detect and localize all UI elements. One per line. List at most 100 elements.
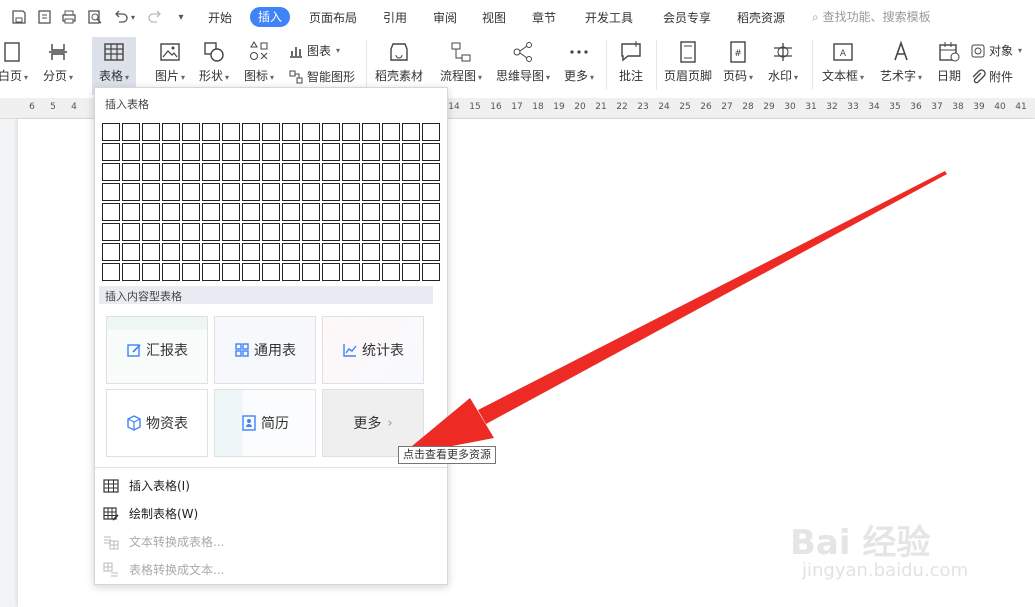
table-grid-cell[interactable] [322, 243, 340, 261]
table-grid-cell[interactable] [302, 223, 320, 241]
textbox-button[interactable]: A 文本框 ▾ [820, 40, 866, 84]
table-grid-cell[interactable] [102, 263, 120, 281]
table-grid-cell[interactable] [182, 143, 200, 161]
tab-insert[interactable]: 插入 [250, 7, 291, 27]
table-grid-cell[interactable] [362, 203, 380, 221]
table-grid-cell[interactable] [262, 123, 280, 141]
table-grid-cell[interactable] [202, 183, 220, 201]
date-button[interactable]: 日期 [934, 40, 964, 84]
table-grid-cell[interactable] [122, 223, 140, 241]
table-grid-cell[interactable] [162, 143, 180, 161]
table-grid-cell[interactable] [162, 163, 180, 181]
table-grid-cell[interactable] [402, 223, 420, 241]
search-box[interactable]: ⌕ 查找功能、搜索模板 [812, 8, 931, 26]
table-grid-cell[interactable] [222, 203, 240, 221]
general-table-card[interactable]: 通用表 [214, 316, 316, 384]
table-grid-cell[interactable] [342, 243, 360, 261]
table-grid-cell[interactable] [262, 163, 280, 181]
table-grid-cell[interactable] [182, 243, 200, 261]
table-grid-cell[interactable] [342, 163, 360, 181]
table-grid-cell[interactable] [342, 223, 360, 241]
table-grid-cell[interactable] [302, 263, 320, 281]
table-grid-cell[interactable] [142, 243, 160, 261]
table-grid-cell[interactable] [182, 203, 200, 221]
table-grid-cell[interactable] [242, 223, 260, 241]
table-grid-cell[interactable] [242, 203, 260, 221]
table-grid-cell[interactable] [422, 203, 440, 221]
print-icon[interactable] [60, 8, 78, 26]
table-grid-cell[interactable] [322, 183, 340, 201]
table-grid-cell[interactable] [182, 223, 200, 241]
table-grid-cell[interactable] [142, 223, 160, 241]
statistics-table-card[interactable]: 统计表 [322, 316, 424, 384]
table-to-text-menu-item[interactable]: 表格转换成文本... [103, 561, 224, 578]
table-grid-cell[interactable] [122, 243, 140, 261]
table-grid-cell[interactable] [142, 163, 160, 181]
table-grid-cell[interactable] [202, 163, 220, 181]
table-grid-cell[interactable] [302, 203, 320, 221]
table-grid-cell[interactable] [102, 223, 120, 241]
print-preview-icon[interactable] [86, 8, 104, 26]
table-grid-cell[interactable] [182, 163, 200, 181]
table-grid-cell[interactable] [302, 163, 320, 181]
tab-page-layout[interactable]: 页面布局 [309, 8, 357, 28]
tab-membership[interactable]: 会员专享 [663, 8, 711, 28]
table-grid-cell[interactable] [102, 143, 120, 161]
table-grid-cell[interactable] [342, 263, 360, 281]
table-grid-cell[interactable] [262, 223, 280, 241]
picture-button[interactable]: 图片 ▾ [150, 40, 190, 84]
table-grid-cell[interactable] [122, 183, 140, 201]
tab-home[interactable]: 开始 [208, 8, 232, 28]
tab-view[interactable]: 视图 [482, 8, 506, 28]
table-grid-cell[interactable] [382, 243, 400, 261]
table-grid-cell[interactable] [242, 183, 260, 201]
table-grid-cell[interactable] [142, 183, 160, 201]
export-pdf-icon[interactable] [36, 8, 54, 26]
table-grid-cell[interactable] [362, 243, 380, 261]
table-grid-cell[interactable] [302, 183, 320, 201]
table-grid-cell[interactable] [302, 123, 320, 141]
comment-button[interactable]: 批注 [614, 40, 648, 84]
insert-table-menu-item[interactable]: 插入表格(I) [103, 477, 190, 494]
table-grid-cell[interactable] [142, 263, 160, 281]
table-grid-cell[interactable] [322, 223, 340, 241]
tab-developer[interactable]: 开发工具 [585, 8, 633, 28]
table-grid-cell[interactable] [142, 203, 160, 221]
table-grid-cell[interactable] [382, 183, 400, 201]
tab-docer-resources[interactable]: 稻壳资源 [737, 8, 785, 28]
table-grid-cell[interactable] [362, 263, 380, 281]
table-grid-cell[interactable] [202, 123, 220, 141]
table-grid-cell[interactable] [222, 263, 240, 281]
table-grid-cell[interactable] [342, 143, 360, 161]
table-grid-cell[interactable] [122, 123, 140, 141]
table-grid-cell[interactable] [382, 143, 400, 161]
table-grid-cell[interactable] [202, 143, 220, 161]
table-grid-cell[interactable] [342, 123, 360, 141]
table-grid-cell[interactable] [402, 163, 420, 181]
page-break-button[interactable]: 分页 ▾ [40, 40, 76, 84]
mindmap-button[interactable]: 思维导图 ▾ [494, 40, 552, 84]
table-grid-cell[interactable] [162, 243, 180, 261]
tab-references[interactable]: 引用 [383, 8, 407, 28]
table-grid-cell[interactable] [102, 243, 120, 261]
table-grid-cell[interactable] [162, 183, 180, 201]
table-grid-cell[interactable] [422, 123, 440, 141]
table-grid-cell[interactable] [102, 123, 120, 141]
table-grid-cell[interactable] [122, 263, 140, 281]
supply-table-card[interactable]: 物资表 [106, 389, 208, 457]
wordart-button[interactable]: 艺术字 ▾ [876, 40, 926, 84]
table-grid-cell[interactable] [282, 203, 300, 221]
table-grid-cell[interactable] [262, 143, 280, 161]
table-grid-cell[interactable] [242, 263, 260, 281]
draw-table-menu-item[interactable]: 绘制表格(W) [103, 505, 198, 522]
table-grid-cell[interactable] [222, 223, 240, 241]
table-grid-cell[interactable] [282, 223, 300, 241]
table-grid-cell[interactable] [202, 223, 220, 241]
table-grid-cell[interactable] [222, 163, 240, 181]
table-grid-cell[interactable] [162, 223, 180, 241]
table-size-grid[interactable] [102, 123, 442, 283]
table-grid-cell[interactable] [222, 123, 240, 141]
table-grid-cell[interactable] [242, 163, 260, 181]
table-grid-cell[interactable] [242, 143, 260, 161]
table-grid-cell[interactable] [402, 263, 420, 281]
